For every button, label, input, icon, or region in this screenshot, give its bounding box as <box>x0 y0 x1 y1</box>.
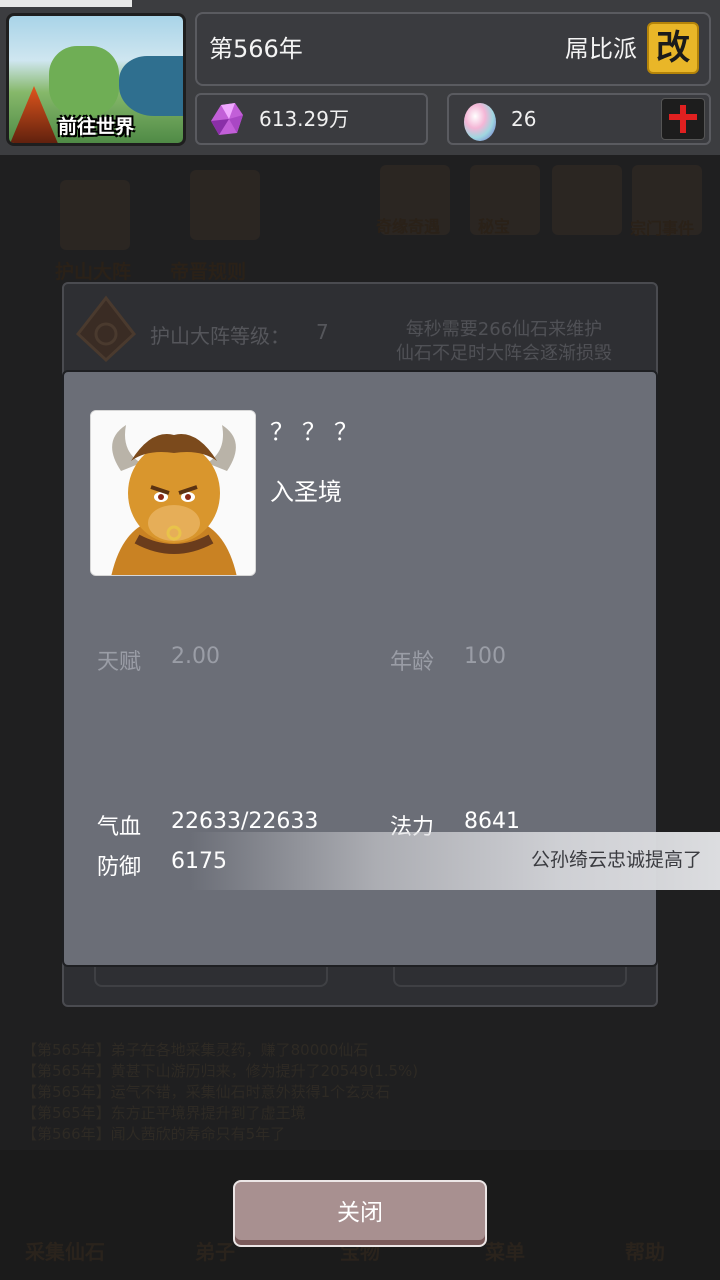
nav-menu: 菜单 <box>485 1240 525 1264</box>
go-to-world-button[interactable]: 前往世界 <box>6 13 186 146</box>
talent-value: 2.00 <box>171 644 220 669</box>
formation-icon <box>75 295 137 363</box>
gift-icon <box>552 165 622 235</box>
talent-label: 天赋 <box>97 650 142 675</box>
minotaur-portrait <box>91 411 255 575</box>
egg-count: 26 <box>511 107 537 131</box>
formation-left-button <box>94 965 328 987</box>
hp-label: 气血 <box>97 815 142 840</box>
scroll-icon <box>190 170 260 240</box>
portrait <box>90 410 256 576</box>
spirit-stone-panel: 613.29万 <box>195 93 428 145</box>
bg-menu-label: 宗门事件 <box>630 219 695 238</box>
log-line: 【第565年】黄甚下山游历归来，修为提升了20549(1.5%) <box>22 1062 419 1080</box>
formation-desc-line: 仙石不足时大阵会逐渐损毁 <box>396 343 612 364</box>
formation-level-value: 7 <box>316 320 329 344</box>
formation-desc-line: 每秒需要266仙石来维护 <box>405 319 603 340</box>
age-label: 年龄 <box>390 650 435 675</box>
mana-value: 8641 <box>464 809 520 834</box>
add-eggs-button[interactable] <box>661 98 705 140</box>
cultivation-realm: 入圣境 <box>270 478 342 506</box>
year-text: 第566年 <box>209 35 303 63</box>
sea-shape <box>119 56 183 116</box>
year-panel: 第566年 屌比派 改 <box>195 12 711 86</box>
top-bar: 前往世界 第566年 屌比派 改 613.29万 26 <box>0 0 720 155</box>
close-button[interactable]: 关闭 <box>233 1180 487 1247</box>
sect-name: 屌比派 <box>565 35 637 63</box>
disciple-name: ？？？ <box>270 418 366 446</box>
log-line: 【第566年】闻人茜欣的寿命只有5年了 <box>22 1125 286 1143</box>
bg-menu-label: 帝晋规则 <box>170 261 247 283</box>
log-line: 【第565年】运气不错，采集仙石时意外获得1个玄灵石 <box>22 1083 391 1101</box>
age-value: 100 <box>464 644 506 669</box>
egg-icon <box>464 103 496 141</box>
rename-sect-button[interactable]: 改 <box>647 22 699 74</box>
world-map-icon <box>49 46 119 116</box>
bg-menu-label: 护山大阵 <box>55 261 132 283</box>
progress-strip <box>0 0 132 7</box>
log-line: 【第565年】弟子在各地采集灵药，赚了80000仙石 <box>22 1041 369 1059</box>
loyalty-toast: 公孙绮云忠诚提高了 <box>190 832 720 890</box>
formation-description: 每秒需要266仙石来维护 仙石不足时大阵会逐渐损毁 <box>364 318 644 366</box>
go-to-world-label: 前往世界 <box>57 116 134 138</box>
formation-level-label: 护山大阵等级： <box>150 324 290 348</box>
nav-help: 帮助 <box>625 1240 665 1264</box>
nav-disciples: 弟子 <box>195 1240 235 1264</box>
toast-text: 公孙绮云忠诚提高了 <box>530 849 702 871</box>
defense-label: 防御 <box>97 855 142 880</box>
egg-panel: 26 <box>447 93 711 145</box>
close-label: 关闭 <box>337 1200 383 1226</box>
formation-right-button <box>393 965 627 987</box>
plus-icon <box>669 105 697 133</box>
bg-menu-label: 奇缘奇遇 <box>376 217 441 236</box>
log-line: 【第565年】东方正平境界提升到了虚王境 <box>22 1104 306 1122</box>
crystal-icon <box>211 103 243 135</box>
bg-menu-label: 秘宝 <box>478 217 511 236</box>
nav-gather: 采集仙石 <box>25 1240 105 1264</box>
formation-icon <box>60 180 130 250</box>
spirit-stone-value: 613.29万 <box>259 107 349 131</box>
hp-value: 22633/22633 <box>171 809 319 834</box>
